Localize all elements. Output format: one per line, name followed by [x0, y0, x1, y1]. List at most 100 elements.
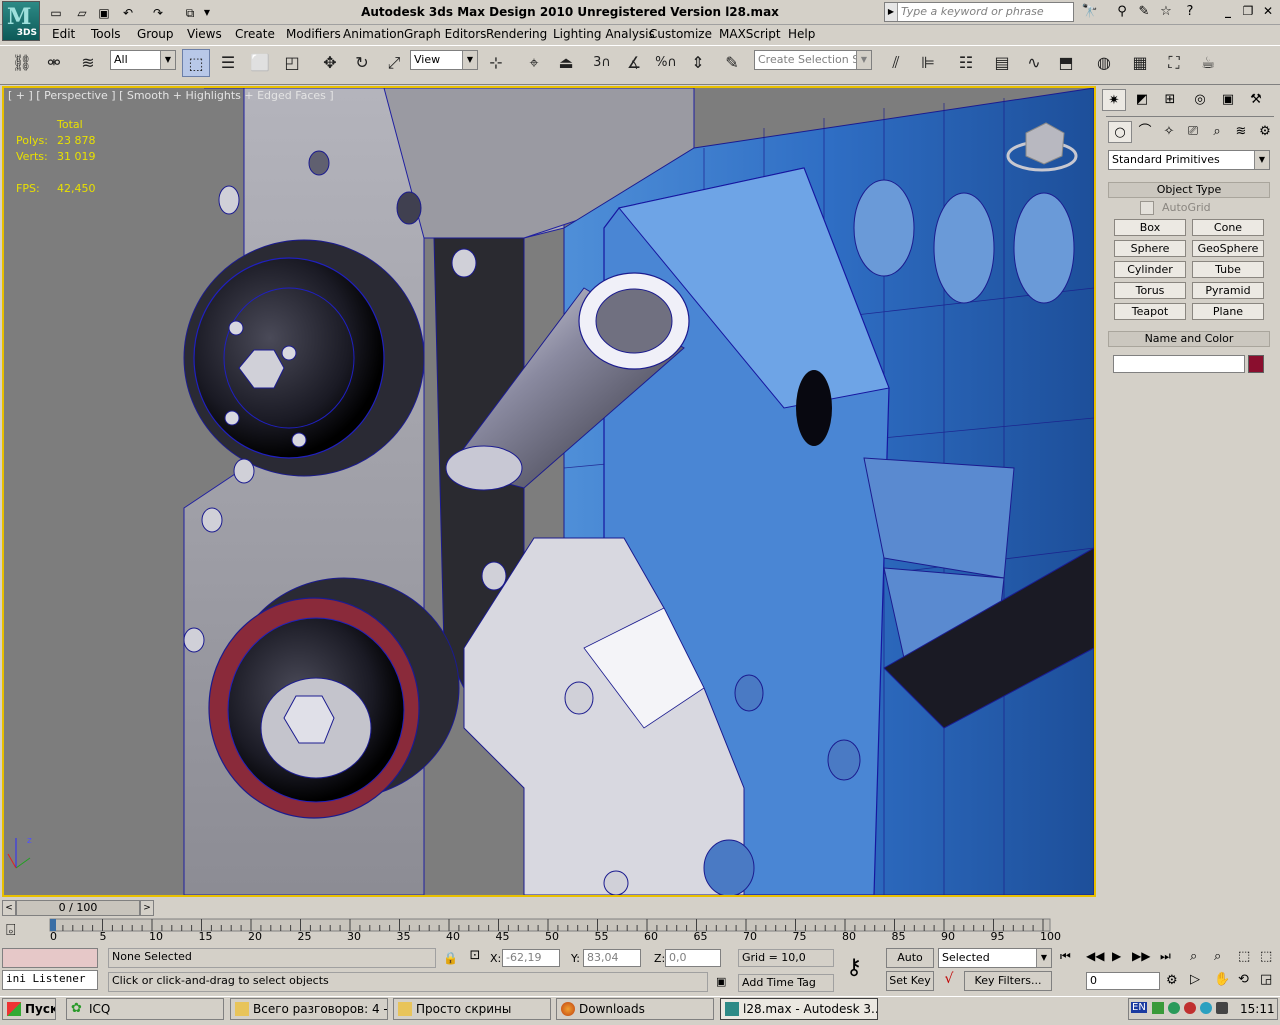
taskbar-item-downloads[interactable]: Downloads: [556, 998, 714, 1020]
key-filters-button[interactable]: Key Filters...: [964, 971, 1052, 991]
infocenter-search-input[interactable]: ▶ Type a keyword or phrase: [884, 2, 1074, 22]
restore-icon[interactable]: ❐: [1239, 2, 1257, 20]
orbit-icon[interactable]: ⟲: [1238, 972, 1249, 987]
menu-lighting-analysis[interactable]: Lighting Analysis: [553, 27, 655, 41]
open-mini-curve-editor-icon[interactable]: ⌻: [6, 920, 16, 940]
menu-maxscript[interactable]: MAXScript: [719, 27, 781, 41]
absolute-mode-transform-icon[interactable]: ⊡: [466, 948, 484, 966]
cameras-icon[interactable]: ⎚: [1181, 121, 1205, 143]
current-frame-input[interactable]: 0: [1086, 972, 1160, 990]
set-key-icon[interactable]: ⚷: [846, 955, 862, 980]
display-tab-icon[interactable]: ▣: [1216, 89, 1240, 111]
tray-security-icon[interactable]: [1184, 1002, 1196, 1014]
primitive-category-dropdown[interactable]: Standard Primitives ▼: [1108, 150, 1270, 170]
name-color-rollout-header[interactable]: Name and Color: [1108, 331, 1270, 347]
go-to-start-icon[interactable]: ⏮: [1060, 949, 1071, 964]
time-configuration-icon[interactable]: ⚙: [1166, 973, 1178, 988]
align-icon[interactable]: ⊫: [914, 49, 942, 77]
sphere-button[interactable]: Sphere: [1114, 240, 1186, 257]
helpers-icon[interactable]: ⌕: [1205, 121, 1229, 143]
app-menu-button[interactable]: M 3DS: [2, 1, 40, 41]
previous-frame-icon[interactable]: <: [2, 900, 16, 916]
select-and-move-icon[interactable]: ✥: [316, 49, 344, 77]
binoculars-icon[interactable]: 🔭: [1080, 3, 1100, 21]
field-of-view-icon[interactable]: ▷: [1190, 972, 1200, 987]
zoom-extents-icon[interactable]: ⬚: [1238, 949, 1250, 964]
previous-key-icon[interactable]: ◀◀: [1086, 949, 1104, 963]
curve-editor-icon[interactable]: ∿: [1020, 49, 1048, 77]
save-file-icon[interactable]: ▣: [94, 3, 114, 23]
utilities-tab-icon[interactable]: ⚒: [1244, 89, 1268, 111]
shapes-icon[interactable]: ⌒: [1133, 121, 1157, 143]
maxscript-mini-listener[interactable]: ini Listener: [2, 970, 98, 990]
menu-group[interactable]: Group: [137, 27, 174, 41]
help-icon[interactable]: ?: [1180, 3, 1200, 21]
project-folder-icon[interactable]: ⧉: [180, 3, 200, 23]
space-warps-icon[interactable]: ≋: [1229, 121, 1253, 143]
perspective-viewport[interactable]: [2, 86, 1096, 897]
motion-tab-icon[interactable]: ◎: [1188, 89, 1212, 111]
time-slider-thumb[interactable]: 0 / 100: [16, 900, 140, 916]
pan-view-icon[interactable]: ✋: [1214, 972, 1230, 987]
rendered-frame-window-icon[interactable]: ⛶: [1160, 49, 1188, 77]
manipulate-icon[interactable]: ⌖: [520, 49, 548, 77]
lights-icon[interactable]: ✧: [1157, 121, 1181, 143]
hierarchy-tab-icon[interactable]: ⊞: [1158, 89, 1182, 111]
window-crossing-icon[interactable]: ◰: [278, 49, 306, 77]
communication-center-icon[interactable]: ⚲: [1112, 3, 1132, 21]
close-icon[interactable]: ✕: [1259, 2, 1277, 20]
language-indicator[interactable]: EN: [1131, 1002, 1147, 1013]
taskbar-item-chat[interactable]: Всего разговоров: 4 - Т...: [230, 998, 388, 1020]
select-and-scale-icon[interactable]: ⤢: [380, 49, 408, 77]
layer-manager-icon[interactable]: ☷: [952, 49, 980, 77]
next-frame-icon[interactable]: >: [140, 900, 154, 916]
modify-tab-icon[interactable]: ◩: [1130, 89, 1154, 111]
edit-named-selection-icon[interactable]: ✎: [718, 49, 746, 77]
time-tag-icon[interactable]: ▣: [716, 975, 730, 989]
taskbar-item-icq[interactable]: ✿ ICQ: [66, 998, 224, 1020]
tray-messenger-icon[interactable]: [1200, 1002, 1212, 1014]
maxscript-mini-listener-pink[interactable]: [2, 948, 98, 968]
unlink-icon[interactable]: ⚮: [40, 49, 68, 77]
teapot-button[interactable]: Teapot: [1114, 303, 1186, 320]
torus-button[interactable]: Torus: [1114, 282, 1186, 299]
box-button[interactable]: Box: [1114, 219, 1186, 236]
redo-icon[interactable]: ↷: [148, 3, 168, 23]
keyboard-shortcut-override-icon[interactable]: ⏏: [552, 49, 580, 77]
favorites-star-icon[interactable]: ☆: [1156, 3, 1176, 21]
x-coordinate-input[interactable]: -62,19: [502, 949, 560, 967]
key-curve-icon[interactable]: √: [938, 971, 960, 991]
maximize-viewport-icon[interactable]: ◲: [1260, 972, 1272, 987]
angle-snap-icon[interactable]: ∡: [620, 49, 648, 77]
zoom-all-icon[interactable]: ⌕: [1214, 949, 1221, 964]
minimize-icon[interactable]: _: [1219, 2, 1237, 20]
add-time-tag-button[interactable]: Add Time Tag: [738, 974, 834, 992]
taskbar-item-3dsmax[interactable]: l28.max - Autodesk 3...: [720, 998, 878, 1020]
expand-search-icon[interactable]: ▶: [885, 3, 898, 21]
select-and-rotate-icon[interactable]: ↻: [348, 49, 376, 77]
geosphere-button[interactable]: GeoSphere: [1192, 240, 1264, 257]
rectangular-selection-icon[interactable]: ⬜: [246, 49, 274, 77]
object-type-rollout-header[interactable]: Object Type: [1108, 182, 1270, 198]
new-file-icon[interactable]: ▭: [46, 3, 66, 23]
auto-key-button[interactable]: Auto Key: [886, 948, 934, 982]
graphite-ribbon-icon[interactable]: ▤: [988, 49, 1016, 77]
snaps-toggle-icon[interactable]: 3∩: [588, 49, 616, 77]
named-selection-set-input[interactable]: Create Selection Se ▼: [754, 50, 872, 70]
selection-filter-dropdown[interactable]: All ▼: [110, 50, 176, 70]
menu-rendering[interactable]: Rendering: [486, 27, 547, 41]
cylinder-button[interactable]: Cylinder: [1114, 261, 1186, 278]
y-coordinate-input[interactable]: 83,04: [583, 949, 641, 967]
reference-coordinate-dropdown[interactable]: View ▼: [410, 50, 478, 70]
satellite-icon[interactable]: ✎: [1134, 3, 1154, 21]
create-tab-icon[interactable]: ✷: [1102, 89, 1126, 111]
render-setup-icon[interactable]: ▦: [1126, 49, 1154, 77]
set-key-button[interactable]: Set Key: [886, 971, 934, 991]
quick-access-dropdown-icon[interactable]: ▼: [200, 3, 214, 23]
pyramid-button[interactable]: Pyramid: [1192, 282, 1264, 299]
zoom-extents-all-icon[interactable]: ⬚: [1260, 949, 1272, 964]
undo-icon[interactable]: ↶: [118, 3, 138, 23]
open-file-icon[interactable]: ▱: [72, 3, 92, 23]
go-to-end-icon[interactable]: ⏭: [1160, 949, 1171, 964]
tray-app-icon[interactable]: [1152, 1002, 1164, 1014]
